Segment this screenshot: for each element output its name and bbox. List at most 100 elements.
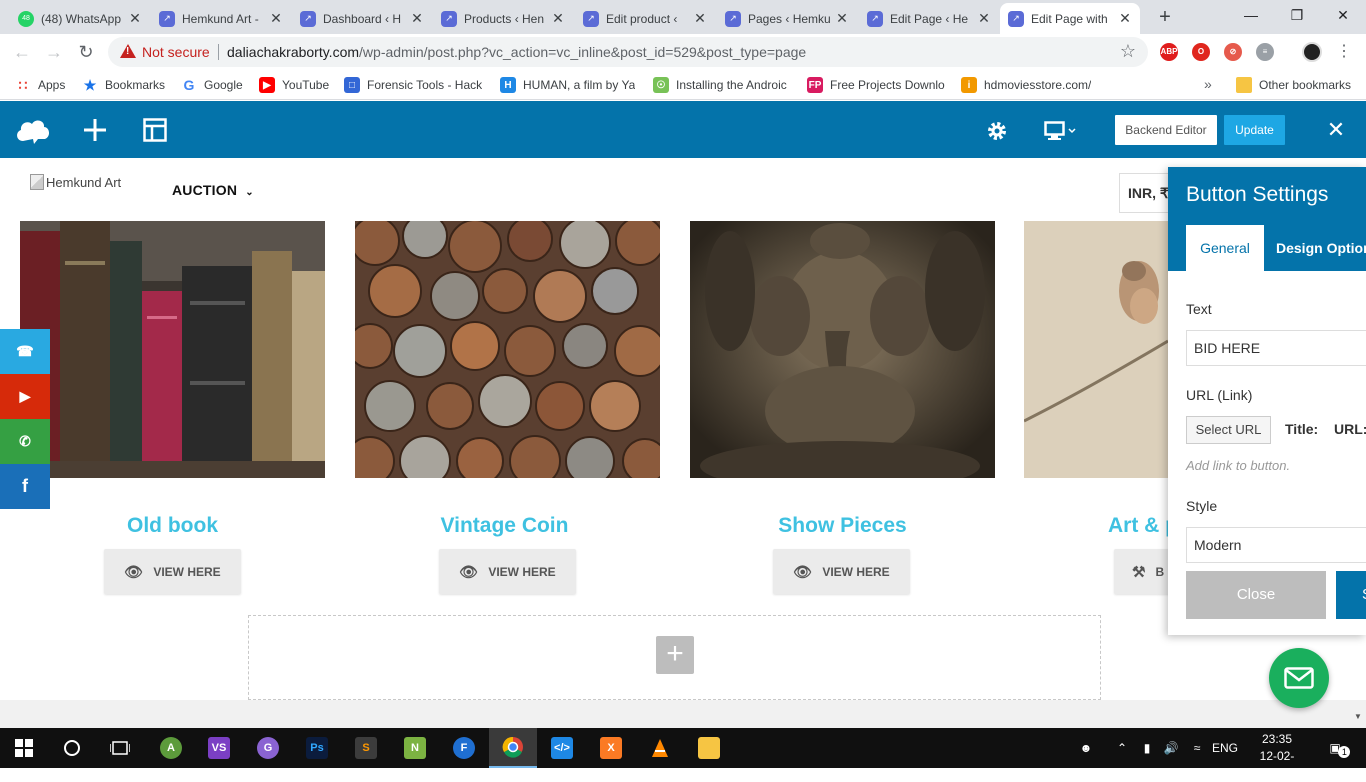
close-tab-icon[interactable]: ✕: [551, 10, 565, 27]
action-center-icon[interactable]: ▣ 1: [1318, 728, 1352, 768]
bookmark-star-icon[interactable]: ☆: [1120, 41, 1136, 62]
scroll-down-arrow-icon[interactable]: ▼: [1354, 712, 1362, 721]
battery-icon[interactable]: ▮: [1136, 728, 1158, 768]
xampp-icon[interactable]: X: [587, 728, 635, 768]
vlc-icon[interactable]: [636, 728, 684, 768]
clock[interactable]: 23:35 12-02-2019: [1250, 731, 1304, 782]
whatsapp-icon[interactable]: ✆: [0, 419, 50, 464]
extension-icon[interactable]: ≡: [1256, 43, 1274, 61]
text-input[interactable]: BID HERE: [1186, 330, 1366, 366]
contact-mail-button[interactable]: [1269, 648, 1329, 708]
category-title[interactable]: Vintage Coin: [352, 514, 657, 538]
view-here-button[interactable]: 👁 VIEW HERE: [773, 549, 910, 594]
category-title[interactable]: Show Pieces: [690, 514, 995, 538]
browser-tab[interactable]: ↗ Edit Page ‹ He ✕: [859, 3, 999, 34]
minimize-button[interactable]: —: [1228, 0, 1274, 30]
warning-icon[interactable]: !: [120, 44, 136, 58]
windows-start-icon[interactable]: [0, 728, 48, 768]
browser-tab[interactable]: ↗ Edit Page with ✕: [1000, 3, 1140, 34]
style-select[interactable]: Modern: [1186, 527, 1366, 563]
android-studio-icon[interactable]: A: [147, 728, 195, 768]
view-here-button[interactable]: 👁 VIEW HERE: [439, 549, 576, 594]
save-changes-button[interactable]: Save changes: [1336, 571, 1366, 635]
close-tab-icon[interactable]: ✕: [835, 10, 849, 27]
chrome-icon[interactable]: [489, 728, 537, 768]
cloud-logo-icon[interactable]: [14, 115, 52, 145]
block-site-icon[interactable]: ⊘: [1224, 43, 1242, 61]
volume-icon[interactable]: 🔊: [1160, 728, 1182, 768]
bookmark-item[interactable]: ★ Bookmarks: [82, 76, 165, 94]
tab-design-options[interactable]: Design Options: [1276, 225, 1366, 271]
profile-avatar[interactable]: [1302, 42, 1322, 62]
category-title[interactable]: Old book: [20, 514, 325, 538]
bookmark-item[interactable]: ▶ YouTube: [259, 76, 329, 94]
phone-icon[interactable]: ☎: [0, 329, 50, 374]
nav-item-auction[interactable]: AUCTION ⌄: [172, 182, 254, 198]
search-icon[interactable]: [48, 728, 96, 768]
select-url-button[interactable]: Select URL: [1186, 416, 1271, 444]
view-here-button[interactable]: 👁 VIEW HERE: [104, 549, 241, 594]
site-logo[interactable]: Hemkund Art: [30, 174, 121, 190]
close-button[interactable]: Close: [1186, 571, 1326, 619]
add-element-button[interactable]: +: [656, 636, 694, 674]
browser-tab[interactable]: ↗ Dashboard ‹ H ✕: [292, 3, 432, 34]
bookmarks-overflow-icon[interactable]: »: [1204, 76, 1212, 92]
tab-general[interactable]: General: [1186, 225, 1264, 271]
bookmark-item[interactable]: H HUMAN, a film by Ya: [500, 76, 635, 94]
url-text[interactable]: daliachakraborty.com/wp-admin/post.php?v…: [227, 44, 806, 60]
close-tab-icon[interactable]: ✕: [269, 10, 283, 27]
show-hidden-icons-icon[interactable]: ⌃: [1113, 728, 1131, 768]
bookmark-item[interactable]: ☉ Installing the Androic: [653, 76, 787, 94]
security-indicator[interactable]: Not secure: [142, 44, 210, 60]
old-book-image[interactable]: [20, 221, 325, 478]
bid-here-button[interactable]: ⚒ B: [1114, 549, 1174, 594]
forward-icon[interactable]: →: [42, 40, 66, 64]
photoshop-icon[interactable]: Ps: [293, 728, 341, 768]
github-desktop-icon[interactable]: G: [244, 728, 292, 768]
bookmark-item[interactable]: ∷ Apps: [15, 76, 66, 94]
settings-gear-icon[interactable]: [986, 120, 1008, 142]
close-tab-icon[interactable]: ✕: [693, 10, 707, 27]
new-tab-button[interactable]: +: [1154, 6, 1176, 28]
close-tab-icon[interactable]: ✕: [977, 10, 991, 27]
browser-tab[interactable]: 48 (48) WhatsApp ✕: [10, 3, 150, 34]
back-icon[interactable]: ←: [10, 40, 34, 64]
reload-icon[interactable]: ↻: [74, 40, 98, 64]
language-indicator[interactable]: ENG: [1210, 728, 1240, 768]
close-tab-icon[interactable]: ✕: [1118, 10, 1132, 27]
firefox-icon[interactable]: F: [440, 728, 488, 768]
browser-tab[interactable]: ↗ Hemkund Art - ✕: [151, 3, 291, 34]
task-view-icon[interactable]: [96, 728, 144, 768]
bookmark-item[interactable]: i hdmoviesstore.com/: [961, 76, 1091, 94]
sublime-text-icon[interactable]: S: [342, 728, 390, 768]
vscode-icon[interactable]: </>: [538, 728, 586, 768]
bookmark-item[interactable]: □ Forensic Tools - Hack: [344, 76, 482, 94]
bookmark-item[interactable]: FP Free Projects Downlo: [807, 76, 945, 94]
update-button[interactable]: Update: [1224, 115, 1285, 145]
file-explorer-icon[interactable]: [685, 728, 733, 768]
notepad-icon[interactable]: N: [391, 728, 439, 768]
visual-studio-icon[interactable]: VS: [195, 728, 243, 768]
close-tab-icon[interactable]: ✕: [128, 10, 142, 27]
menu-dots-icon[interactable]: ⋮: [1336, 42, 1352, 62]
facebook-icon[interactable]: f: [0, 464, 50, 509]
other-bookmarks[interactable]: Other bookmarks: [1236, 76, 1351, 94]
opera-icon[interactable]: O: [1192, 43, 1210, 61]
youtube-icon[interactable]: ▶: [0, 374, 50, 419]
responsive-view-icon[interactable]: [1044, 121, 1078, 141]
browser-tab[interactable]: ↗ Pages ‹ Hemku ✕: [717, 3, 857, 34]
close-tab-icon[interactable]: ✕: [410, 10, 424, 27]
show-pieces-image[interactable]: [690, 221, 995, 478]
close-editor-icon[interactable]: ✕: [1324, 117, 1348, 143]
bookmark-item[interactable]: G Google: [181, 76, 243, 94]
templates-icon[interactable]: [143, 118, 167, 142]
address-bar[interactable]: ! Not secure daliachakraborty.com/wp-adm…: [108, 37, 1148, 67]
adblock-plus-icon[interactable]: ABP: [1160, 43, 1178, 61]
people-icon[interactable]: ☻: [1075, 728, 1097, 768]
art-painting-image[interactable]: [1024, 221, 1168, 478]
maximize-button[interactable]: ❐: [1274, 0, 1320, 30]
browser-tab[interactable]: ↗ Products ‹ Hen ✕: [433, 3, 573, 34]
browser-tab[interactable]: ↗ Edit product ‹ ✕: [575, 3, 715, 34]
vintage-coin-image[interactable]: [355, 221, 660, 478]
backend-editor-button[interactable]: Backend Editor: [1115, 115, 1217, 145]
